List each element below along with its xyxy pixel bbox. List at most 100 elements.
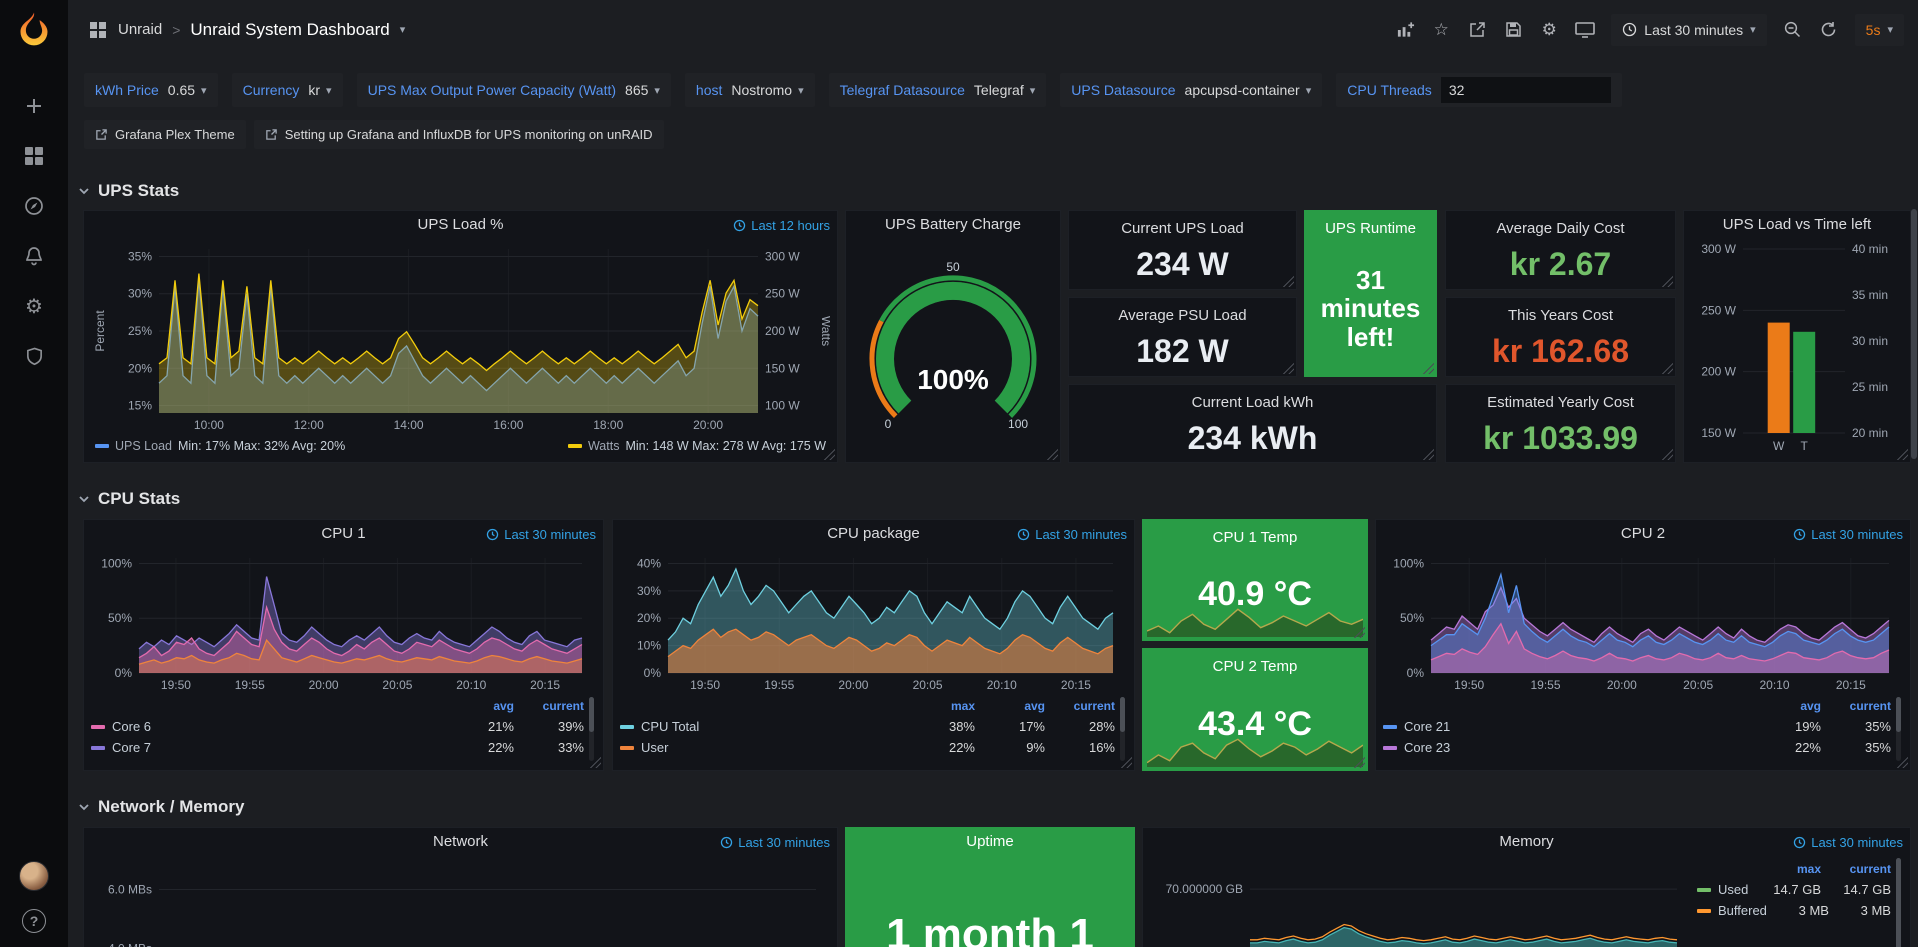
memory-chart[interactable]: 70.000000 GB60.000000 GB50.000000 GB bbox=[1150, 856, 1691, 947]
template-variables-row: kWh Price 0.65▾ Currency kr▾ UPS Max Out… bbox=[84, 73, 1622, 107]
legend-column-header[interactable]: current bbox=[1821, 699, 1891, 713]
section-ups-stats[interactable]: UPS Stats bbox=[78, 181, 179, 201]
star-icon[interactable]: ☆ bbox=[1431, 20, 1451, 40]
time-range-badge[interactable]: Last 30 minutes bbox=[1011, 520, 1127, 548]
legend-scrollbar[interactable] bbox=[1896, 697, 1901, 761]
legend-column-header[interactable]: current bbox=[1821, 862, 1891, 876]
section-network-memory[interactable]: Network / Memory bbox=[78, 797, 244, 817]
network-chart[interactable]: 6.0 MBs4.0 MBs2.0 MBs bbox=[91, 856, 830, 947]
server-admin-shield-icon[interactable] bbox=[22, 344, 46, 368]
variable-value-dropdown[interactable]: apcupsd-container▾ bbox=[1185, 82, 1312, 98]
legend-row[interactable]: Core 722%33% bbox=[91, 737, 584, 758]
cpu-package-chart[interactable]: 0%10%20%30%40%19:5019:5520:0020:0520:102… bbox=[620, 548, 1127, 695]
ups-load-time-left-chart[interactable]: 300 W250 W200 W150 W40 min35 min30 min25… bbox=[1691, 239, 1903, 457]
ups-load-chart[interactable]: 15%20%25%30%35%Percent100 W150 W200 W250… bbox=[91, 239, 830, 435]
legend-row[interactable]: Used14.7 GB14.7 GB bbox=[1697, 879, 1891, 900]
save-icon[interactable] bbox=[1503, 20, 1523, 40]
svg-text:20:00: 20:00 bbox=[1607, 678, 1637, 692]
panel-title[interactable]: Uptime bbox=[846, 828, 1134, 856]
svg-text:20:15: 20:15 bbox=[1836, 678, 1866, 692]
cycle-view-monitor-icon[interactable] bbox=[1575, 20, 1595, 40]
external-link-icon bbox=[265, 128, 278, 141]
help-icon[interactable]: ? bbox=[22, 909, 46, 933]
dashboard-grid-icon[interactable] bbox=[88, 20, 108, 40]
stat-title[interactable]: Average PSU Load bbox=[1069, 307, 1296, 324]
link-grafana-plex-theme[interactable]: Grafana Plex Theme bbox=[84, 120, 246, 149]
legend-column-header[interactable]: avg bbox=[444, 699, 514, 713]
configuration-gear-icon[interactable]: ⚙ bbox=[22, 294, 46, 318]
section-cpu-stats[interactable]: CPU Stats bbox=[78, 489, 180, 509]
legend-item[interactable]: WattsMin: 148 W Max: 278 W Avg: 175 W bbox=[568, 439, 826, 453]
legend-scrollbar-thumb[interactable] bbox=[589, 697, 594, 732]
legend-row[interactable]: User22%9%16% bbox=[620, 737, 1115, 758]
panel-title[interactable]: UPS Load % bbox=[84, 211, 837, 239]
variable-value-dropdown[interactable]: kr▾ bbox=[308, 82, 331, 98]
variable-value-dropdown[interactable]: 0.65▾ bbox=[168, 82, 207, 98]
legend-row[interactable]: Core 2322%35% bbox=[1383, 737, 1891, 758]
time-range-badge[interactable]: Last 30 minutes bbox=[1787, 520, 1903, 548]
refresh-interval-picker[interactable]: 5s ▾ bbox=[1855, 14, 1904, 46]
time-range-badge[interactable]: Last 30 minutes bbox=[714, 828, 830, 856]
legend-column-header[interactable]: avg bbox=[1751, 699, 1821, 713]
stat-title[interactable]: Current UPS Load bbox=[1069, 220, 1296, 237]
breadcrumb-app[interactable]: Unraid bbox=[118, 21, 162, 38]
svg-text:6.0 MBs: 6.0 MBs bbox=[108, 883, 152, 897]
time-range-badge[interactable]: Last 12 hours bbox=[727, 211, 830, 239]
alerting-bell-icon[interactable] bbox=[22, 244, 46, 268]
legend-column-header[interactable]: max bbox=[905, 699, 975, 713]
legend-scrollbar-thumb[interactable] bbox=[1896, 858, 1901, 947]
link-ups-monitoring-guide[interactable]: Setting up Grafana and InfluxDB for UPS … bbox=[254, 120, 664, 149]
variable-value-dropdown[interactable]: 865▾ bbox=[625, 82, 660, 98]
legend-column-header[interactable]: current bbox=[514, 699, 584, 713]
legend-scrollbar[interactable] bbox=[1896, 858, 1901, 947]
panel-cpu2: CPU 2 Last 30 minutes 0%50%100%19:5019:5… bbox=[1375, 519, 1911, 771]
legend-scrollbar-thumb[interactable] bbox=[1896, 697, 1901, 732]
legend-row[interactable]: Buffered3 MB3 MB bbox=[1697, 900, 1891, 921]
legend-column-header[interactable]: max bbox=[1751, 862, 1821, 876]
create-plus-icon[interactable] bbox=[22, 94, 46, 118]
series-color-swatch bbox=[1697, 909, 1711, 913]
cpu-threads-input[interactable] bbox=[1441, 77, 1611, 103]
legend-item[interactable]: UPS LoadMin: 17% Max: 32% Avg: 20% bbox=[95, 439, 345, 453]
user-avatar[interactable] bbox=[19, 861, 49, 891]
stat-title[interactable]: Estimated Yearly Cost bbox=[1446, 394, 1675, 411]
stat-title[interactable]: This Years Cost bbox=[1446, 307, 1675, 324]
cpu2-chart[interactable]: 0%50%100%19:5019:5520:0020:0520:1020:15 bbox=[1383, 548, 1903, 695]
stat-title[interactable]: Current Load kWh bbox=[1069, 394, 1436, 411]
share-icon[interactable] bbox=[1467, 20, 1487, 40]
explore-compass-icon[interactable] bbox=[22, 194, 46, 218]
legend-scrollbar[interactable] bbox=[1120, 697, 1125, 761]
stat-title[interactable]: CPU 1 Temp bbox=[1143, 529, 1367, 546]
legend-column-header[interactable]: current bbox=[1045, 699, 1115, 713]
dashboard-title-caret-icon[interactable]: ▾ bbox=[400, 23, 406, 36]
panel-title[interactable]: UPS Load vs Time left bbox=[1684, 211, 1910, 239]
dashboard-settings-gear-icon[interactable]: ⚙ bbox=[1539, 20, 1559, 40]
breadcrumb-dashboard-title[interactable]: Unraid System Dashboard bbox=[190, 20, 389, 40]
legend-scrollbar-thumb[interactable] bbox=[1120, 697, 1125, 732]
cpu1-chart[interactable]: 0%50%100%19:5019:5520:0020:0520:1020:15 bbox=[91, 548, 596, 695]
legend-row[interactable]: Core 2119%35% bbox=[1383, 716, 1891, 737]
stat-title[interactable]: CPU 2 Temp bbox=[1143, 658, 1367, 675]
variable-value-dropdown[interactable]: Nostromo▾ bbox=[731, 82, 803, 98]
legend-scrollbar[interactable] bbox=[589, 697, 594, 761]
legend-row[interactable]: Core 621%39% bbox=[91, 716, 584, 737]
dashboards-icon[interactable] bbox=[22, 144, 46, 168]
page-scrollbar-thumb[interactable] bbox=[1911, 209, 1917, 459]
panel-title[interactable]: UPS Battery Charge bbox=[846, 211, 1060, 239]
time-range-picker[interactable]: Last 30 minutes ▾ bbox=[1611, 14, 1766, 46]
time-range-badge[interactable]: Last 30 minutes bbox=[480, 520, 596, 548]
stat-title[interactable]: Average Daily Cost bbox=[1446, 220, 1675, 237]
clock-icon bbox=[1622, 22, 1637, 37]
legend-row[interactable]: CPU Total38%17%28% bbox=[620, 716, 1115, 737]
svg-text:20:15: 20:15 bbox=[530, 678, 560, 692]
refresh-icon[interactable] bbox=[1819, 20, 1839, 40]
time-range-badge[interactable]: Last 30 minutes bbox=[1787, 828, 1903, 856]
variable-value-dropdown[interactable]: Telegraf▾ bbox=[974, 82, 1035, 98]
page-scrollbar[interactable] bbox=[1911, 59, 1917, 947]
grafana-logo[interactable] bbox=[14, 10, 54, 50]
legend-column-header[interactable]: avg bbox=[975, 699, 1045, 713]
svg-text:20%: 20% bbox=[637, 611, 661, 625]
zoom-out-icon[interactable] bbox=[1783, 20, 1803, 40]
add-panel-icon[interactable] bbox=[1395, 20, 1415, 40]
stat-title[interactable]: UPS Runtime bbox=[1305, 220, 1436, 237]
